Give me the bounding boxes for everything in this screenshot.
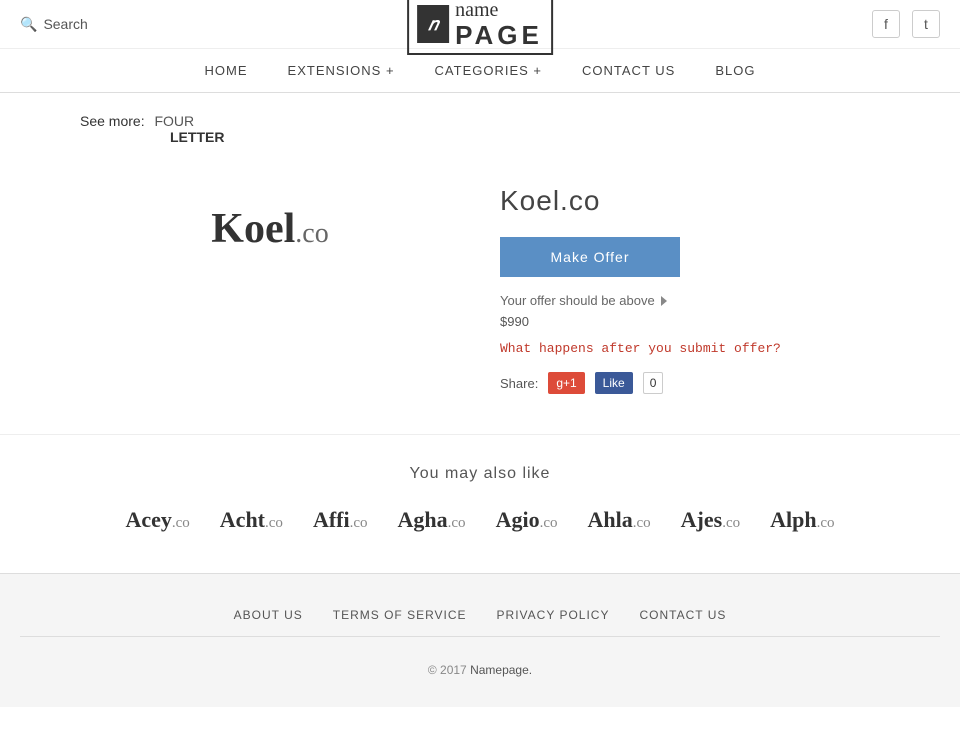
logo-page-text: PAGE	[455, 21, 543, 50]
breadcrumb-tag1[interactable]: FOUR	[154, 113, 194, 129]
domain-grid: Acey.co Acht.co Affi.co Agha.co Agio.co …	[80, 507, 880, 533]
copyright-year: © 2017	[428, 663, 467, 677]
footer-links: ABOUT US TERMS OF SERVICE PRIVACY POLICY…	[20, 594, 940, 637]
fb-like-label: Like	[603, 376, 625, 390]
twitter-icon: t	[924, 16, 928, 32]
footer-privacy[interactable]: PRIVACY POLICY	[497, 608, 610, 622]
domain-info: Koel.co Make Offer Your offer should be …	[500, 165, 880, 394]
social-links: f t	[872, 10, 940, 38]
footer-contact[interactable]: CONTACT US	[639, 608, 726, 622]
gplus-button[interactable]: g+1	[548, 372, 584, 394]
gplus-label: g+1	[556, 376, 576, 390]
domain-title: Koel.co	[500, 185, 880, 217]
footer-about[interactable]: ABOUT US	[234, 608, 303, 622]
facebook-like-button[interactable]: Like	[595, 372, 633, 394]
facebook-count: 0	[643, 372, 664, 394]
nav-blog[interactable]: BLOG	[715, 63, 755, 78]
domain-name-display: Koel	[211, 206, 295, 252]
footer-copyright: © 2017 Namepage.	[20, 653, 940, 687]
arrow-right-icon	[661, 296, 667, 306]
domain-ext-display: .co	[295, 218, 328, 249]
what-happens-link[interactable]: What happens after you submit offer?	[500, 341, 880, 356]
offer-hint: Your offer should be above	[500, 293, 880, 308]
list-item[interactable]: Acht.co	[220, 507, 283, 533]
search-icon: 🔍	[20, 16, 37, 33]
also-like-section: You may also like Acey.co Acht.co Affi.c…	[0, 434, 960, 573]
footer-terms[interactable]: TERMS OF SERVICE	[333, 608, 467, 622]
domain-logo-area: Koel.co	[80, 165, 460, 293]
make-offer-button[interactable]: Make Offer	[500, 237, 680, 277]
list-item[interactable]: Acey.co	[125, 507, 189, 533]
list-item[interactable]: Agha.co	[398, 507, 466, 533]
offer-hint-text: Your offer should be above	[500, 293, 655, 308]
main-nav: HOME EXTENSIONS + CATEGORIES + CONTACT U…	[0, 49, 960, 93]
breadcrumb-tag2: LETTER	[170, 129, 880, 145]
breadcrumb-see-more: See more:	[80, 113, 145, 129]
list-item[interactable]: Alph.co	[770, 507, 834, 533]
list-item[interactable]: Ahla.co	[587, 507, 650, 533]
list-item[interactable]: Ajes.co	[681, 507, 740, 533]
nav-extensions[interactable]: EXTENSIONS +	[288, 63, 395, 78]
offer-price: $990	[500, 314, 880, 329]
nav-categories[interactable]: CATEGORIES +	[435, 63, 542, 78]
facebook-link[interactable]: f	[872, 10, 900, 38]
search-label: Search	[43, 16, 87, 32]
share-row: Share: g+1 Like 0	[500, 372, 880, 394]
facebook-icon: f	[884, 16, 888, 32]
logo-name-text: name	[455, 0, 543, 21]
list-item[interactable]: Affi.co	[313, 507, 368, 533]
main-content: Koel.co Koel.co Make Offer Your offer sh…	[0, 165, 960, 434]
domain-logo-display: Koel.co	[211, 205, 328, 253]
twitter-link[interactable]: t	[912, 10, 940, 38]
logo[interactable]: 𝑛 name PAGE	[407, 0, 553, 55]
header: 🔍 Search 𝑛 name PAGE f t	[0, 0, 960, 49]
nav-home[interactable]: HOME	[205, 63, 248, 78]
breadcrumb: See more: FOUR LETTER	[0, 93, 960, 165]
logo-icon: 𝑛	[417, 5, 449, 43]
nav-contact[interactable]: CONTACT US	[582, 63, 675, 78]
search-area[interactable]: 🔍 Search	[20, 16, 88, 33]
footer: ABOUT US TERMS OF SERVICE PRIVACY POLICY…	[0, 573, 960, 707]
list-item[interactable]: Agio.co	[496, 507, 558, 533]
also-like-title: You may also like	[80, 465, 880, 483]
share-label: Share:	[500, 376, 538, 391]
brand-link[interactable]: Namepage.	[470, 663, 532, 677]
